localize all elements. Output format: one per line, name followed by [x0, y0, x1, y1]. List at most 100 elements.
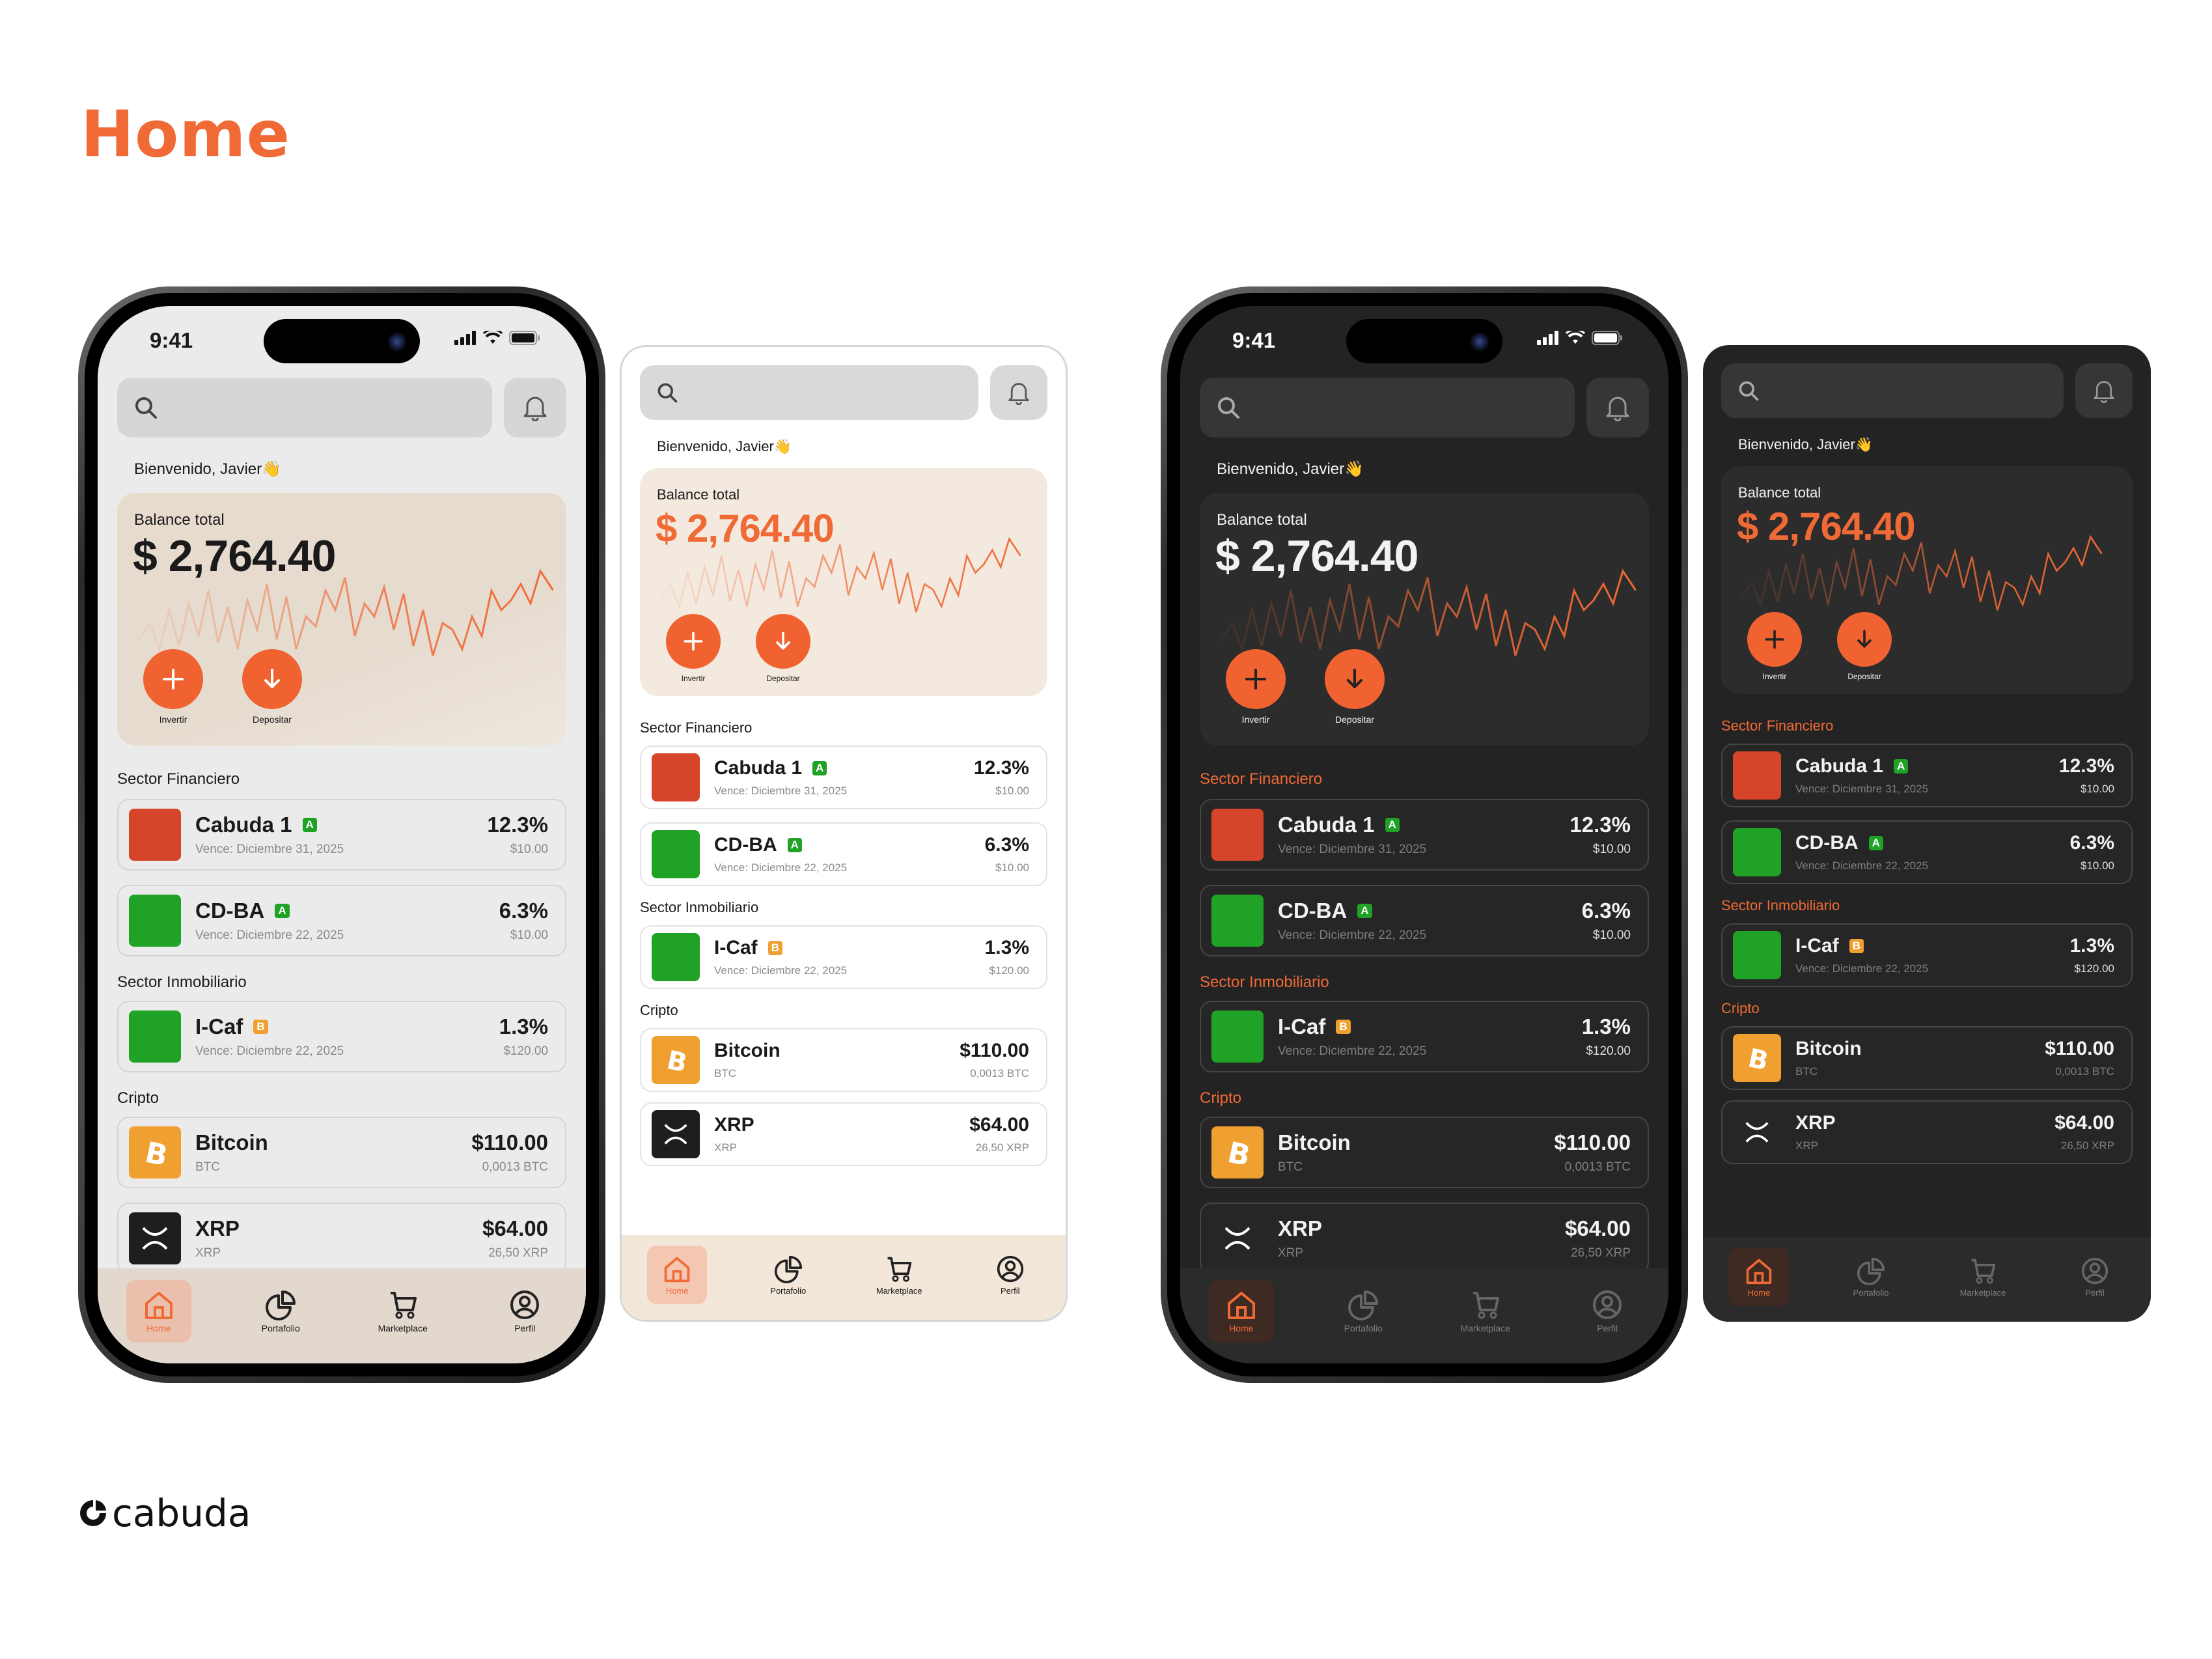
invest-label: Invertir	[681, 674, 706, 683]
section-financiero: Sector Financiero	[1721, 718, 1834, 734]
tab-perfil[interactable]: Perfil	[1575, 1280, 1640, 1343]
bitcoin-icon: B	[129, 1126, 181, 1178]
asset-row-cdba[interactable]: CD-BA A Vence: Diciembre 22, 2025 6.3% $10.…	[1721, 820, 2133, 884]
asset-row-cabuda[interactable]: Cabuda 1 A Vence: Diciembre 31, 2025 12.3%…	[640, 746, 1047, 809]
invest-action[interactable]: Invertir	[666, 614, 721, 683]
asset-quantity: 0,0013 BTC	[1564, 1160, 1631, 1174]
tab-marketplace[interactable]: Marketplace	[1453, 1280, 1518, 1343]
asset-row-bitcoin[interactable]: B Bitcoin BTC $110.00 0,0013 BTC	[640, 1028, 1047, 1092]
tab-bar: Home Portafolio Marketplace Perfil	[622, 1235, 1066, 1320]
asset-row-cdba[interactable]: CD-BA A Vence: Diciembre 22, 2025 6.3% $10.…	[640, 822, 1047, 886]
asset-row-icaf[interactable]: I-Caf B Vence: Diciembre 22, 2025 1.3% $120…	[117, 1001, 566, 1072]
asset-symbol: XRP	[1795, 1139, 1818, 1152]
invest-action[interactable]: Invertir	[1226, 649, 1286, 725]
asset-row-xrp[interactable]: XRP XRP $64.00 26,50 XRP	[640, 1102, 1047, 1166]
rating-badge: A	[787, 838, 802, 852]
rating-badge: A	[302, 818, 317, 832]
tab-portafolio[interactable]: Portafolio	[248, 1280, 313, 1343]
page-title: Home	[81, 98, 290, 172]
tab-home[interactable]: Home	[1208, 1280, 1274, 1343]
asset-quantity: 0,0013 BTC	[482, 1160, 548, 1174]
asset-row-bitcoin[interactable]: B Bitcoin BTC $110.00 0,0013 BTC	[117, 1117, 566, 1188]
tab-portafolio[interactable]: Portafolio	[1841, 1248, 1901, 1306]
tab-marketplace[interactable]: Marketplace	[370, 1280, 435, 1343]
search-input[interactable]	[640, 365, 978, 420]
asset-row-cdba[interactable]: CD-BA A Vence: Diciembre 22, 2025 6.3% $10.…	[1200, 885, 1649, 956]
asset-name: I-Caf	[1795, 935, 1839, 956]
cart-icon	[887, 1257, 912, 1282]
balance-label: Balance total	[1738, 484, 1821, 501]
asset-row-cabuda[interactable]: Cabuda 1 A Vence: Diciembre 31, 2025 12.3%…	[1200, 799, 1649, 871]
asset-row-icaf[interactable]: I-Caf B Vence: Diciembre 22, 2025 1.3% $120…	[640, 925, 1047, 989]
invest-action[interactable]: Invertir	[143, 649, 203, 725]
asset-maturity: Vence: Diciembre 22, 2025	[195, 1044, 344, 1058]
asset-row-cabuda[interactable]: Cabuda 1 A Vence: Diciembre 31, 2025 12.3%…	[117, 799, 566, 871]
notifications-button[interactable]	[990, 365, 1047, 420]
tab-home[interactable]: Home	[647, 1246, 708, 1304]
asset-row-cabuda[interactable]: Cabuda 1 A Vence: Diciembre 31, 2025 12.3%…	[1721, 744, 2133, 807]
asset-maturity: Vence: Diciembre 22, 2025	[195, 928, 344, 942]
asset-thumbnail	[652, 830, 700, 878]
deposit-action[interactable]: Depositar	[242, 649, 302, 725]
asset-thumbnail	[1733, 828, 1781, 876]
deposit-action[interactable]: Depositar	[756, 614, 810, 683]
asset-symbol: XRP	[195, 1246, 221, 1260]
tab-perfil[interactable]: Perfil	[2065, 1248, 2125, 1306]
asset-maturity: Vence: Diciembre 31, 2025	[195, 843, 344, 856]
search-input[interactable]	[1200, 378, 1575, 438]
search-icon	[135, 397, 157, 419]
balance-sparkline	[1741, 535, 2102, 611]
rating-badge: A	[812, 761, 827, 775]
asset-row-xrp[interactable]: XRP XRP $64.00 26,50 XRP	[117, 1203, 566, 1274]
invest-action[interactable]: Invertir	[1747, 612, 1802, 681]
tab-label: Marketplace	[876, 1285, 922, 1296]
asset-thumbnail	[1211, 1011, 1264, 1063]
tab-perfil[interactable]: Perfil	[980, 1246, 1040, 1304]
balance-card: Balance total $ 2,764.40 Invertir Deposi…	[1200, 493, 1649, 746]
asset-row-icaf[interactable]: I-Caf B Vence: Diciembre 22, 2025 1.3% $120…	[1200, 1001, 1649, 1072]
asset-value: $64.00	[2054, 1112, 2114, 1134]
tab-label: Home	[1747, 1287, 1771, 1298]
notifications-button[interactable]	[504, 378, 566, 438]
user-icon	[1593, 1290, 1622, 1319]
home-icon	[1227, 1292, 1255, 1319]
tab-portafolio[interactable]: Portafolio	[1331, 1280, 1396, 1343]
balance-sparkline	[137, 568, 553, 656]
tab-marketplace[interactable]: Marketplace	[869, 1246, 929, 1304]
asset-name: Bitcoin	[195, 1130, 268, 1154]
asset-thumbnail	[129, 1011, 181, 1063]
tab-home[interactable]: Home	[1729, 1248, 1789, 1306]
asset-name: CD-BA	[1795, 832, 1859, 854]
asset-yield: 12.3%	[973, 757, 1029, 779]
deposit-action[interactable]: Depositar	[1325, 649, 1385, 725]
asset-row-bitcoin[interactable]: B Bitcoin BTC $110.00 0,0013 BTC	[1200, 1117, 1649, 1188]
asset-symbol: XRP	[714, 1141, 737, 1154]
search-input[interactable]	[1721, 363, 2064, 418]
search-input[interactable]	[117, 378, 492, 438]
asset-yield: 6.3%	[2069, 832, 2114, 854]
asset-row-xrp[interactable]: XRP XRP $64.00 26,50 XRP	[1721, 1100, 2133, 1164]
asset-price: $10.00	[510, 928, 548, 942]
cart-icon	[1472, 1292, 1499, 1319]
notifications-button[interactable]	[2075, 363, 2133, 418]
asset-maturity: Vence: Diciembre 31, 2025	[1278, 843, 1427, 856]
asset-price: $120.00	[989, 964, 1029, 977]
asset-row-xrp[interactable]: XRP XRP $64.00 26,50 XRP	[1200, 1203, 1649, 1274]
asset-yield: 1.3%	[499, 1014, 548, 1039]
tab-home[interactable]: Home	[126, 1280, 191, 1343]
deposit-action[interactable]: Depositar	[1837, 612, 1892, 681]
asset-row-cdba[interactable]: CD-BA A Vence: Diciembre 22, 2025 6.3% $10.…	[117, 885, 566, 956]
asset-row-icaf[interactable]: I-Caf B Vence: Diciembre 22, 2025 1.3% $120…	[1721, 923, 2133, 987]
asset-symbol: BTC	[714, 1067, 736, 1080]
notifications-button[interactable]	[1586, 378, 1649, 438]
asset-price: $10.00	[510, 843, 548, 856]
tab-marketplace[interactable]: Marketplace	[1953, 1248, 2013, 1306]
balance-card: Balance total $ 2,764.40 Invertir Deposi…	[117, 493, 566, 746]
tab-portafolio[interactable]: Portafolio	[758, 1246, 818, 1304]
section-financiero: Sector Financiero	[1200, 770, 1323, 788]
bitcoin-icon: B	[652, 1036, 700, 1084]
asset-row-bitcoin[interactable]: B Bitcoin BTC $110.00 0,0013 BTC	[1721, 1026, 2133, 1090]
deposit-label: Depositar	[766, 674, 800, 683]
tab-perfil[interactable]: Perfil	[492, 1280, 557, 1343]
screen-dark-flat: Bienvenido, Javier👋 Balance total $ 2,76…	[1703, 345, 2151, 1322]
